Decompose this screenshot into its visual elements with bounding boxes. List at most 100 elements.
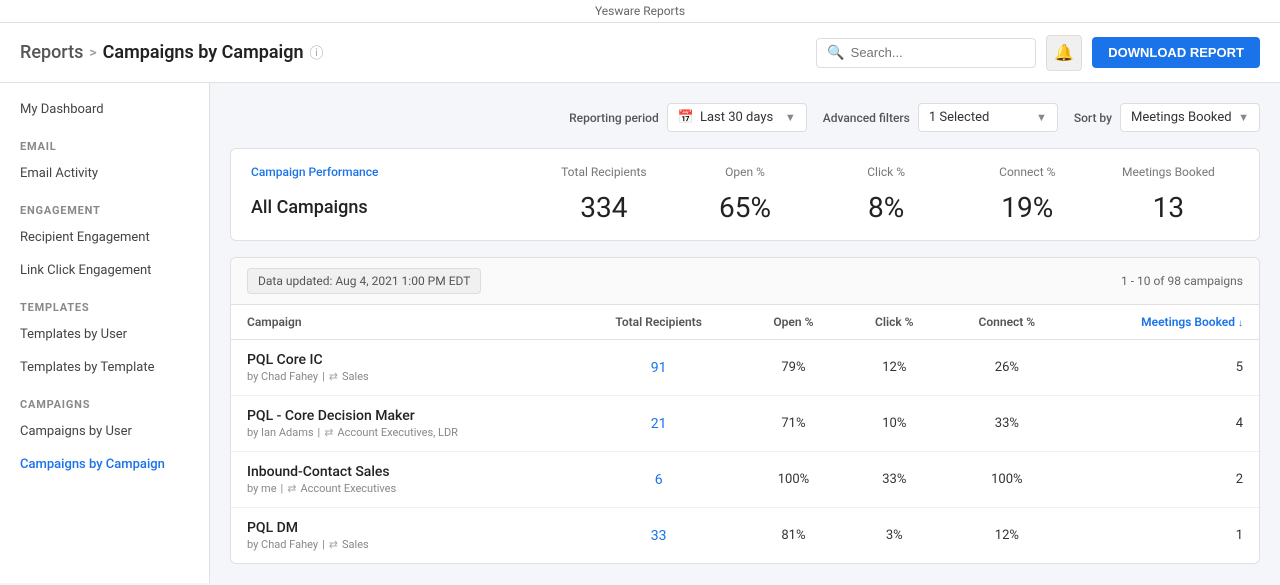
col-header-total-recipients: Total Recipients xyxy=(575,305,743,340)
download-report-button[interactable]: DOWNLOAD REPORT xyxy=(1092,37,1260,68)
top-bar-title: Yesware Reports xyxy=(595,4,685,18)
campaign-name[interactable]: PQL DM xyxy=(247,520,559,536)
campaign-meta: by Ian Adams | ⇄ Account Executives, LDR xyxy=(247,426,559,439)
campaign-cell: Inbound-Contact Sales by me | ⇄ Account … xyxy=(231,452,575,508)
sidebar-item-email-activity[interactable]: Email Activity xyxy=(0,157,209,190)
bell-icon: 🔔 xyxy=(1054,43,1074,62)
campaign-team: Account Executives xyxy=(300,482,396,495)
pipe-separator: | xyxy=(322,370,325,383)
summary-row-label: All Campaigns xyxy=(251,197,533,218)
campaign-meta: by Chad Fahey | ⇄ Sales xyxy=(247,538,559,551)
breadcrumb-reports[interactable]: Reports xyxy=(20,42,83,63)
total-recipients-value: 33 xyxy=(575,508,743,564)
campaign-team: Sales xyxy=(342,538,369,551)
sidebar-item-templates-by-template[interactable]: Templates by Template xyxy=(0,351,209,384)
campaign-author: by Chad Fahey xyxy=(247,538,318,551)
campaigns-table-container: Data updated: Aug 4, 2021 1:00 PM EDT 1 … xyxy=(230,257,1260,564)
sidebar-item-campaigns-by-user[interactable]: Campaigns by User xyxy=(0,415,209,448)
search-box[interactable]: 🔍 xyxy=(816,38,1036,68)
campaign-cell: PQL DM by Chad Fahey | ⇄ Sales xyxy=(231,508,575,564)
breadcrumb-current: Campaigns by Campaign xyxy=(103,42,304,63)
advanced-filters-select[interactable]: 1 Selected ▼ xyxy=(918,103,1058,132)
campaigns-table: Campaign Total Recipients Open % Click %… xyxy=(231,305,1259,563)
sidebar-item-recipient-engagement[interactable]: Recipient Engagement xyxy=(0,221,209,254)
summary-col-title: Campaign Performance xyxy=(251,165,533,179)
pipe-separator: | xyxy=(322,538,325,551)
info-icon[interactable]: ⓘ xyxy=(310,43,324,63)
click-value: 10% xyxy=(844,396,944,452)
search-icon: 🔍 xyxy=(827,45,844,61)
reporting-period-value: Last 30 days xyxy=(700,110,773,125)
sort-by-label: Sort by xyxy=(1074,111,1112,125)
campaign-author: by me xyxy=(247,482,277,495)
sidebar-item-my-dashboard[interactable]: My Dashboard xyxy=(0,93,209,126)
summary-data-row: All Campaigns 334 65% 8% 19% 13 xyxy=(251,191,1239,224)
total-recipients-value: 6 xyxy=(575,452,743,508)
summary-col-open: Open % xyxy=(674,165,815,179)
summary-card: Campaign Performance Total Recipients Op… xyxy=(230,148,1260,241)
campaign-name[interactable]: PQL Core IC xyxy=(247,352,559,368)
filters-row: Reporting period 📅 Last 30 days ▼ Advanc… xyxy=(230,103,1260,132)
campaign-cell: PQL Core IC by Chad Fahey | ⇄ Sales xyxy=(231,340,575,396)
search-input[interactable] xyxy=(851,45,1026,60)
campaign-name[interactable]: Inbound-Contact Sales xyxy=(247,464,559,480)
campaign-team: Account Executives, LDR xyxy=(337,426,458,439)
click-value: 33% xyxy=(844,452,944,508)
calendar-icon: 📅 xyxy=(678,110,694,125)
advanced-filters-label: Advanced filters xyxy=(823,111,910,125)
sidebar-item-campaigns-by-campaign[interactable]: Campaigns by Campaign xyxy=(0,448,209,481)
summary-value-open: 65% xyxy=(674,191,815,224)
total-recipients-value: 91 xyxy=(575,340,743,396)
table-header-row: Campaign Total Recipients Open % Click %… xyxy=(231,305,1259,340)
campaign-name[interactable]: PQL - Core Decision Maker xyxy=(247,408,559,424)
campaign-meta: by me | ⇄ Account Executives xyxy=(247,482,559,495)
sort-arrow-icon: ↓ xyxy=(1238,318,1243,329)
share-icon: ⇄ xyxy=(324,426,333,439)
sort-by-group: Sort by Meetings Booked ▼ xyxy=(1074,103,1260,132)
pipe-separator: | xyxy=(281,482,284,495)
notification-button[interactable]: 🔔 xyxy=(1046,35,1082,71)
col-header-connect: Connect % xyxy=(944,305,1069,340)
share-icon: ⇄ xyxy=(329,538,338,551)
table-pagination: 1 - 10 of 98 campaigns xyxy=(1121,274,1243,288)
meetings-booked-sort-label: Meetings Booked xyxy=(1141,315,1235,329)
reporting-period-select[interactable]: 📅 Last 30 days ▼ xyxy=(667,103,807,132)
col-header-meetings[interactable]: Meetings Booked ↓ xyxy=(1070,305,1259,340)
reporting-period-group: Reporting period 📅 Last 30 days ▼ xyxy=(569,103,807,132)
chevron-down-icon: ▼ xyxy=(785,111,796,124)
campaign-team: Sales xyxy=(342,370,369,383)
table-row: Inbound-Contact Sales by me | ⇄ Account … xyxy=(231,452,1259,508)
sidebar-section-templates: TEMPLATES xyxy=(0,287,209,318)
sort-by-value: Meetings Booked xyxy=(1131,110,1232,125)
sidebar-item-link-click-engagement[interactable]: Link Click Engagement xyxy=(0,254,209,287)
top-bar: Yesware Reports xyxy=(0,0,1280,23)
col-header-open: Open % xyxy=(742,305,844,340)
campaign-cell: PQL - Core Decision Maker by Ian Adams |… xyxy=(231,396,575,452)
open-value: 79% xyxy=(742,340,844,396)
breadcrumb-chevron: > xyxy=(89,45,96,61)
sidebar-item-templates-by-user[interactable]: Templates by User xyxy=(0,318,209,351)
connect-value: 100% xyxy=(944,452,1069,508)
advanced-filters-value: 1 Selected xyxy=(929,110,989,125)
meetings-value: 2 xyxy=(1070,452,1259,508)
connect-value: 33% xyxy=(944,396,1069,452)
summary-col-meetings: Meetings Booked xyxy=(1098,165,1239,179)
summary-col-connect: Connect % xyxy=(957,165,1098,179)
pipe-separator: | xyxy=(318,426,321,439)
sidebar-section-engagement: ENGAGEMENT xyxy=(0,190,209,221)
sidebar-section-campaigns: CAMPAIGNS xyxy=(0,384,209,415)
table-row: PQL - Core Decision Maker by Ian Adams |… xyxy=(231,396,1259,452)
share-icon: ⇄ xyxy=(329,370,338,383)
click-value: 3% xyxy=(844,508,944,564)
table-row: PQL Core IC by Chad Fahey | ⇄ Sales 91 7… xyxy=(231,340,1259,396)
meetings-value: 4 xyxy=(1070,396,1259,452)
connect-value: 12% xyxy=(944,508,1069,564)
meetings-value: 1 xyxy=(1070,508,1259,564)
summary-header: Campaign Performance Total Recipients Op… xyxy=(251,165,1239,179)
campaign-author: by Chad Fahey xyxy=(247,370,318,383)
col-header-click: Click % xyxy=(844,305,944,340)
open-value: 100% xyxy=(742,452,844,508)
summary-col-click: Click % xyxy=(816,165,957,179)
sort-by-select[interactable]: Meetings Booked ▼ xyxy=(1120,103,1260,132)
summary-col-total-recipients: Total Recipients xyxy=(533,165,674,179)
